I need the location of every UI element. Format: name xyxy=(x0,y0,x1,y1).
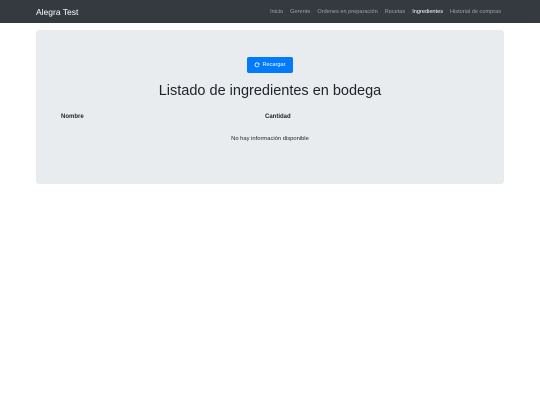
nav-link-ordenes[interactable]: Ordenes en preparación xyxy=(317,9,377,15)
reload-button-label: Recargar xyxy=(262,62,286,68)
top-navbar: Alegra Test Inicio Gerente Ordenes en pr… xyxy=(0,0,540,23)
content-panel: Recargar Listado de ingredientes en bode… xyxy=(36,30,504,184)
column-header-nombre: Nombre xyxy=(61,114,84,120)
nav-link-historial[interactable]: Historial de compras xyxy=(450,9,501,15)
brand-logo[interactable]: Alegra Test xyxy=(36,7,78,17)
nav-link-recetas[interactable]: Recetas xyxy=(385,9,406,15)
reload-button[interactable]: Recargar xyxy=(247,57,293,73)
nav-link-inicio[interactable]: Inicio xyxy=(270,9,283,15)
empty-table-message: No hay información disponible xyxy=(231,136,309,142)
column-header-cantidad: Cantidad xyxy=(265,114,291,120)
nav-menu: Inicio Gerente Ordenes en preparación Re… xyxy=(270,9,504,15)
page-title: Listado de ingredientes en bodega xyxy=(158,83,382,99)
nav-link-ingredientes[interactable]: Ingredientes xyxy=(412,9,443,15)
ingredients-table-header: Nombre Cantidad xyxy=(36,114,504,124)
refresh-icon xyxy=(254,62,260,68)
nav-link-gerente[interactable]: Gerente xyxy=(290,9,310,15)
